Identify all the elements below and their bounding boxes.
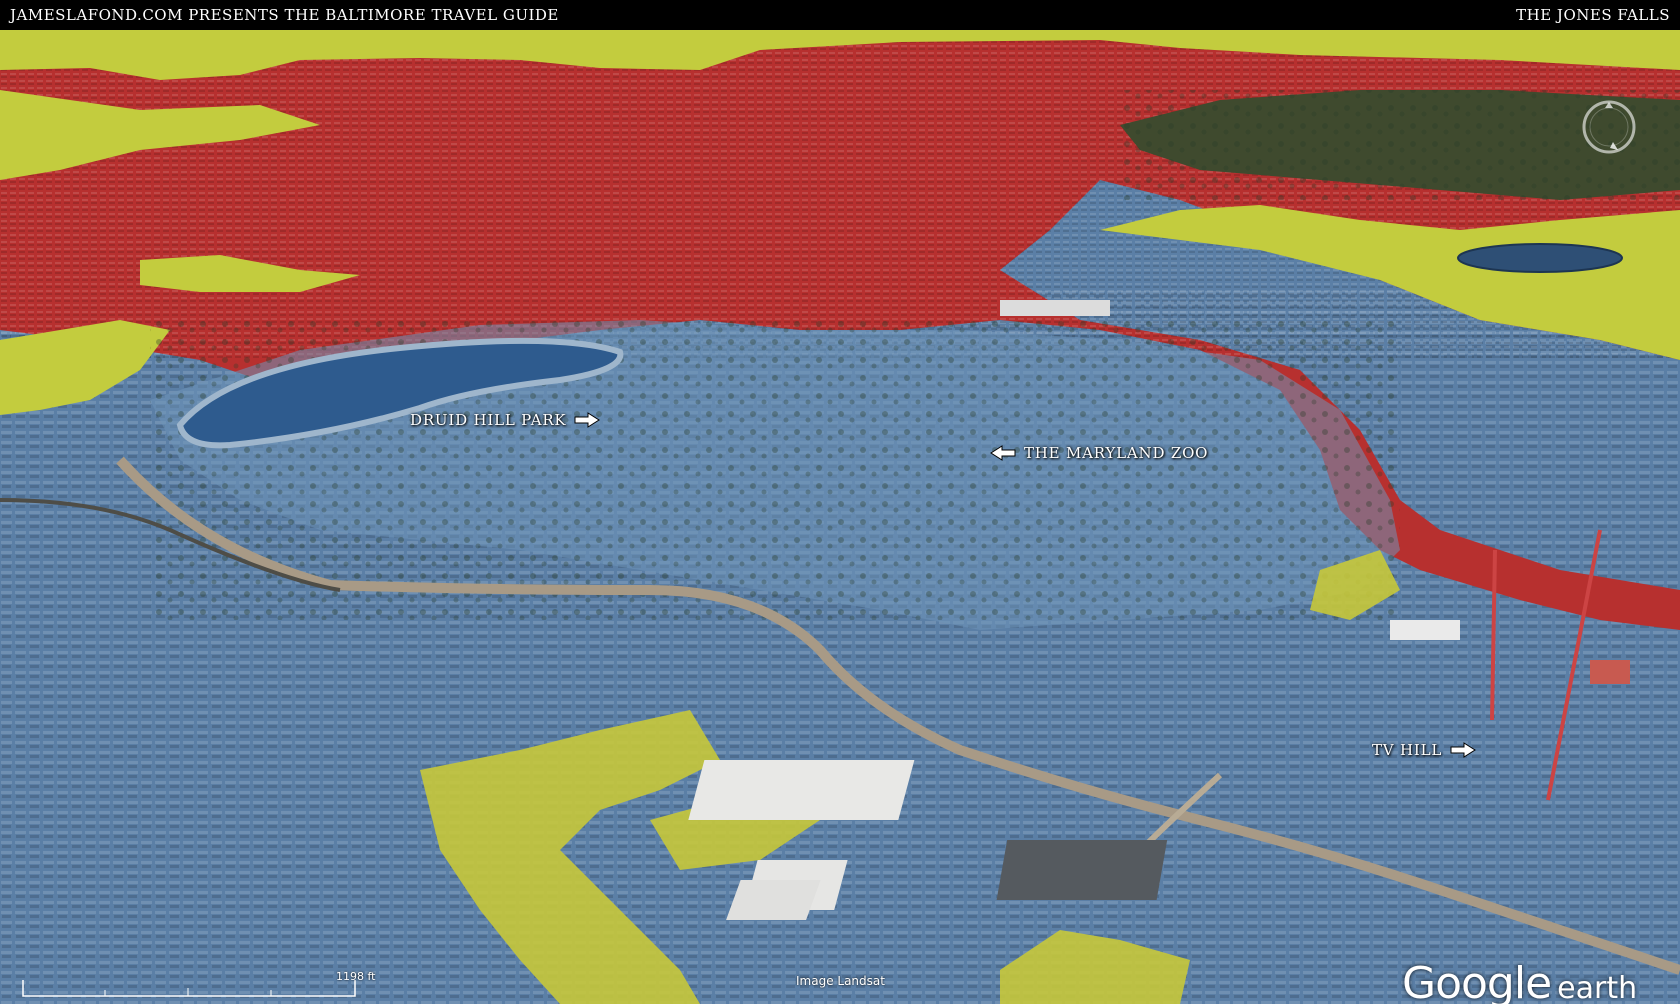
- brand-earth: earth: [1557, 971, 1638, 1004]
- google-earth-logo: Google earth: [1402, 958, 1637, 1004]
- roof-east: [1390, 620, 1460, 640]
- warehouse-roof-3: [726, 880, 821, 920]
- red-roof: [1590, 660, 1630, 684]
- roof-northeast: [1000, 300, 1110, 316]
- lake-northeast: [1457, 243, 1623, 273]
- map-canvas: [0, 30, 1680, 1004]
- arrow-right-icon: [574, 412, 601, 428]
- compass-icon[interactable]: [1580, 98, 1638, 156]
- label-maryland-zoo: THE MARYLAND ZOO: [990, 444, 1208, 462]
- label-druid-hill-park: DRUID HILL PARK: [410, 411, 601, 429]
- arrow-right-icon: [1450, 742, 1477, 758]
- label-tv-hill: TV HILL: [1372, 741, 1477, 759]
- scale-label: 1198 ft: [336, 970, 376, 983]
- aerial-map[interactable]: DRUID HILL PARK THE MARYLAND ZOO TV HILL…: [0, 30, 1680, 1004]
- header-right-title: THE JONES FALLS: [1516, 6, 1670, 24]
- scale-bar: [22, 980, 356, 997]
- imagery-credit: Image Landsat: [796, 974, 885, 988]
- label-druid-hill-park-text: DRUID HILL PARK: [410, 411, 567, 429]
- arrow-left-icon: [990, 445, 1016, 461]
- label-tv-hill-text: TV HILL: [1372, 741, 1443, 759]
- header-bar: JAMESLAFOND.COM PRESENTS THE BALTIMORE T…: [0, 0, 1680, 30]
- brand-google: Google: [1402, 958, 1552, 1004]
- header-left-title: JAMESLAFOND.COM PRESENTS THE BALTIMORE T…: [10, 6, 559, 24]
- warehouse-roof: [688, 760, 915, 820]
- dark-warehouse: [996, 840, 1168, 900]
- label-maryland-zoo-text: THE MARYLAND ZOO: [1024, 444, 1209, 462]
